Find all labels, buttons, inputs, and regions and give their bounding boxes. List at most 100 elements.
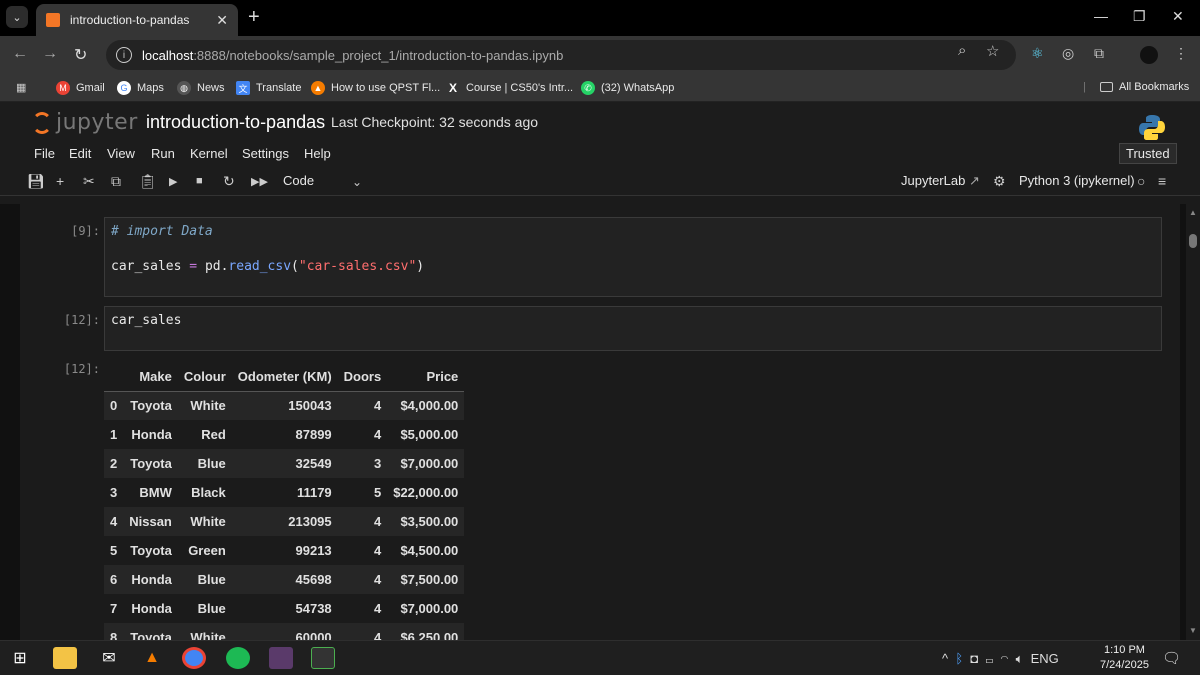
table-cell: White <box>190 630 226 640</box>
tab-title: introduction-to-pandas <box>70 13 190 27</box>
jupyter-logo[interactable]: jupyter <box>32 110 138 135</box>
add-cell-icon[interactable]: + <box>56 173 64 189</box>
bookmark-maps[interactable]: G Maps <box>117 81 164 95</box>
game-app-icon[interactable] <box>269 647 293 669</box>
menu-file[interactable]: File <box>34 146 55 161</box>
menu-settings[interactable]: Settings <box>242 146 289 161</box>
open-jupyterlab-link[interactable]: JupyterLab ↗ <box>901 173 980 189</box>
minimize-icon[interactable]: — <box>1094 8 1108 24</box>
windows-start-icon[interactable]: ⊞ <box>8 647 32 669</box>
file-explorer-icon[interactable] <box>53 647 77 669</box>
scroll-down-icon[interactable]: ▼ <box>1189 626 1197 635</box>
wifi-icon[interactable]: ◠ <box>1001 651 1009 666</box>
cell-prompt: [12]: <box>63 313 100 327</box>
column-header: Odometer (KM) <box>231 362 338 392</box>
folder-icon <box>1100 82 1113 92</box>
notification-icon[interactable]: 🗨︎ <box>1162 649 1181 667</box>
kernel-settings-icon[interactable]: ⚙ <box>993 173 1006 190</box>
paste-icon[interactable]: 📋︎ <box>139 173 157 190</box>
table-cell: Blue <box>197 572 226 587</box>
url-text[interactable]: localhost:8888/notebooks/sample_project_… <box>142 48 563 63</box>
menu-run[interactable]: Run <box>151 146 175 161</box>
menu-kernel[interactable]: Kernel <box>190 146 228 161</box>
site-info-icon[interactable]: i <box>116 47 132 63</box>
table-row: 4 Nissan White 213095 4 $3,500.00 <box>104 507 465 536</box>
vpn-icon[interactable]: ◘ <box>970 651 978 666</box>
extensions-puzzle-icon[interactable]: ⧉ <box>1094 45 1104 62</box>
hamburger-menu-icon[interactable]: ≡ <box>1158 173 1166 189</box>
battery-icon[interactable]: ▭ <box>985 651 993 666</box>
app-icon[interactable] <box>311 647 335 669</box>
volume-icon[interactable]: 🔈︎ <box>1016 651 1024 666</box>
gmail-icon: M <box>56 81 70 95</box>
bookmark-translate[interactable]: 文 Translate <box>236 81 301 95</box>
bookmark-news[interactable]: ◍ News <box>177 81 225 95</box>
chevron-down-icon[interactable]: ⌄ <box>352 175 362 189</box>
row-index: 1 <box>110 427 118 442</box>
table-cell: Honda <box>131 427 172 442</box>
code-cell[interactable]: # import Data car_sales = pd.read_csv("c… <box>104 217 1162 297</box>
zoom-icon[interactable]: ⌕ <box>958 42 966 59</box>
browser-menu-icon[interactable]: ⋮ <box>1174 45 1188 62</box>
restart-run-all-icon[interactable]: ▶▶ <box>251 175 268 188</box>
apps-grid-icon[interactable]: ▦ <box>16 81 26 94</box>
copy-icon[interactable]: ⧉ <box>111 173 121 190</box>
cell-type-select[interactable]: Code <box>283 173 314 188</box>
stop-icon[interactable]: ■ <box>196 175 203 187</box>
react-devtools-icon[interactable]: ⚛ <box>1031 45 1044 62</box>
table-cell: 11179 <box>296 485 332 500</box>
cut-icon[interactable]: ✂ <box>83 173 95 190</box>
extension-eyes-icon[interactable]: ◎ <box>1062 45 1074 62</box>
tab-search-button[interactable]: ⌄ <box>6 6 28 28</box>
table-cell: Blue <box>197 601 226 616</box>
vertical-scrollbar[interactable]: ▲ ▼ <box>1186 204 1200 640</box>
table-cell: White <box>190 398 226 414</box>
bookmark-star-icon[interactable]: ☆ <box>986 42 999 60</box>
scroll-thumb[interactable] <box>1189 234 1197 248</box>
menu-edit[interactable]: Edit <box>69 146 91 161</box>
row-index: 7 <box>110 601 118 616</box>
code-line: car_sales <box>111 313 182 328</box>
kernel-name[interactable]: Python 3 (ipykernel) <box>1019 173 1135 188</box>
run-icon[interactable]: ▶ <box>169 175 177 188</box>
table-cell: Toyota <box>130 543 172 558</box>
forward-icon[interactable]: → <box>42 45 58 63</box>
menu-help[interactable]: Help <box>304 146 331 161</box>
row-index: 5 <box>110 543 118 558</box>
language-indicator[interactable]: ENG <box>1031 651 1059 666</box>
table-cell: $5,000.00 <box>400 427 459 442</box>
menu-view[interactable]: View <box>107 146 135 161</box>
chrome-icon[interactable] <box>182 647 206 669</box>
back-icon[interactable]: ← <box>12 45 28 63</box>
save-icon[interactable]: 💾︎ <box>27 173 45 190</box>
new-tab-button[interactable]: + <box>248 6 260 29</box>
table-cell: 45698 <box>295 572 332 587</box>
vlc-icon[interactable]: ▲ <box>140 647 164 669</box>
bookmark-whatsapp[interactable]: ✆ (32) WhatsApp <box>581 81 674 95</box>
restart-icon[interactable]: ↻ <box>223 173 235 190</box>
bookmark-cs50[interactable]: X Course | CS50's Intr... <box>446 81 573 95</box>
row-index: 4 <box>110 514 118 529</box>
code-cell[interactable]: car_sales <box>104 306 1162 351</box>
table-cell: 4 <box>373 630 382 640</box>
browser-tab[interactable]: introduction-to-pandas ✕ <box>36 4 238 36</box>
bluetooth-icon[interactable]: ᛒ <box>955 651 963 666</box>
close-window-icon[interactable]: ✕ <box>1172 8 1184 25</box>
chevron-up-icon[interactable]: ^ <box>942 651 948 666</box>
system-clock[interactable]: 1:10 PM 7/24/2025 <box>1100 643 1149 673</box>
scroll-up-icon[interactable]: ▲ <box>1189 208 1197 217</box>
notebook-title[interactable]: introduction-to-pandas <box>146 112 325 133</box>
bookmark-gmail[interactable]: M Gmail <box>56 81 105 95</box>
bookmark-qpst[interactable]: ▲ How to use QPST Fl... <box>311 81 440 95</box>
reload-icon[interactable]: ↻ <box>74 45 87 65</box>
mail-icon[interactable]: ✉ <box>97 647 121 669</box>
table-row: 1 Honda Red 87899 4 $5,000.00 <box>104 420 464 449</box>
spotify-icon[interactable] <box>226 647 250 669</box>
trusted-badge[interactable]: Trusted <box>1119 143 1177 164</box>
all-bookmarks[interactable]: All Bookmarks <box>1100 81 1189 93</box>
tab-close-icon[interactable]: ✕ <box>216 12 228 29</box>
address-bar[interactable]: i localhost:8888/notebooks/sample_projec… <box>106 40 1016 70</box>
restore-icon[interactable]: ❐ <box>1133 8 1146 25</box>
translate-icon: 文 <box>236 81 250 95</box>
profile-avatar[interactable] <box>1140 46 1158 64</box>
